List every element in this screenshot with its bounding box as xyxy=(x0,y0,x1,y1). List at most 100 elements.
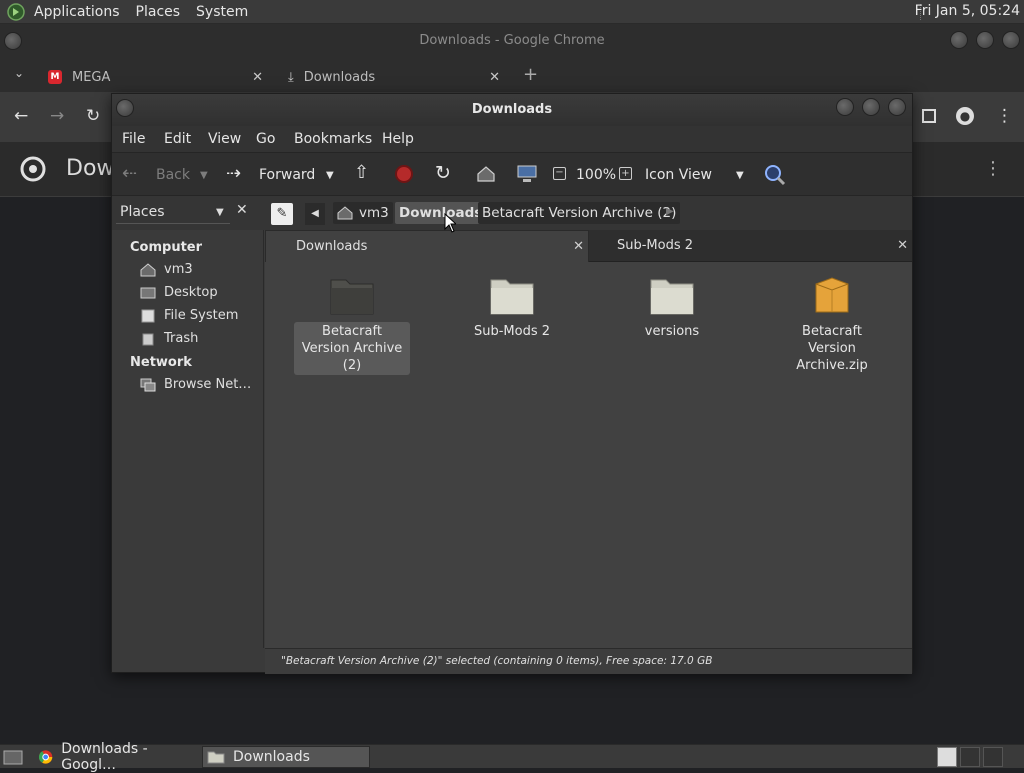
archive-icon xyxy=(815,277,849,313)
workspace-2[interactable] xyxy=(960,747,980,767)
forward-button[interactable]: Forward xyxy=(259,167,315,183)
reload-icon[interactable]: ↻ xyxy=(86,106,100,126)
close-icon[interactable]: ✕ xyxy=(489,70,500,85)
sidebar-item-label: Desktop xyxy=(164,285,218,300)
stop-icon[interactable] xyxy=(395,165,413,183)
sidebar-item-desktop[interactable]: Desktop xyxy=(140,285,218,300)
applications-menu[interactable]: Applications xyxy=(34,4,120,20)
more-menu-icon[interactable]: ⋮ xyxy=(996,106,1013,126)
file-item-label: Betacraft Version Archive.zip xyxy=(796,324,868,373)
taskbar-item-label: Downloads - Googl… xyxy=(61,741,148,773)
back-history-chevron-icon[interactable]: ▼ xyxy=(200,170,208,181)
status-text: "Betacraft Version Archive (2)" selected… xyxy=(281,655,713,667)
forward-icon: ⇢ xyxy=(226,163,242,184)
folder-icon xyxy=(650,279,694,315)
zoom-in-icon[interactable]: + xyxy=(619,167,632,180)
side-panel-icon[interactable] xyxy=(922,109,936,123)
home-icon xyxy=(337,206,353,220)
chrome-close-button[interactable] xyxy=(1002,31,1020,49)
path-right-arrow-icon[interactable]: ▶ xyxy=(666,206,674,217)
bottom-panel: Downloads - Googl… Downloads xyxy=(0,741,1024,773)
path-button-downloads[interactable]: Downloads xyxy=(395,202,487,224)
chrome-tabbar: ⌄ M MEGA ✕ ⤓ Downloads ✕ + xyxy=(0,58,1024,92)
path-button-vm3[interactable]: vm3 xyxy=(333,202,393,224)
chrome-tab-mega[interactable]: M MEGA ✕ xyxy=(48,62,263,92)
clock[interactable]: Fri Jan 5, 05:24 xyxy=(915,3,1020,19)
fm-tab-sub-mods-2[interactable]: Sub-Mods 2 ✕ xyxy=(589,230,912,262)
desktop-icon xyxy=(140,287,156,298)
file-item-label: Sub-Mods 2 xyxy=(473,324,551,339)
fm-tab-label: Downloads xyxy=(296,239,368,254)
up-icon[interactable]: ⇧ xyxy=(354,162,369,183)
forward-arrow-icon[interactable]: → xyxy=(50,106,64,126)
file-item[interactable]: versions xyxy=(614,274,730,341)
profile-icon[interactable]: ● xyxy=(956,107,974,125)
file-item[interactable]: Sub-Mods 2 xyxy=(454,274,570,341)
file-item[interactable]: Betacraft Version Archive.zip xyxy=(774,274,890,375)
menu-go[interactable]: Go xyxy=(256,131,275,147)
fm-tab-downloads[interactable]: Downloads ✕ xyxy=(265,230,589,262)
fm-titlebar: Downloads xyxy=(112,94,912,126)
folder-icon xyxy=(490,279,534,315)
network-icon xyxy=(140,378,156,391)
chrome-maximize-button[interactable] xyxy=(976,31,994,49)
page-more-icon[interactable]: ⋮ xyxy=(984,158,1002,179)
zoom-level[interactable]: 100% xyxy=(576,167,616,183)
menu-edit[interactable]: Edit xyxy=(164,131,191,147)
close-icon[interactable]: ✕ xyxy=(897,238,908,253)
sidebar-item-trash[interactable]: Trash xyxy=(140,331,198,346)
reload-icon[interactable]: ↻ xyxy=(435,162,451,184)
show-desktop-icon[interactable] xyxy=(3,748,23,765)
sidebar-item-file-system[interactable]: File System xyxy=(140,308,238,323)
workspace-3[interactable] xyxy=(983,747,1003,767)
places-menu[interactable]: Places xyxy=(136,4,181,20)
sidebar-header-network: Network xyxy=(130,355,192,370)
taskbar-item-downloads[interactable]: Downloads xyxy=(202,746,370,768)
workspace-1[interactable] xyxy=(937,747,957,767)
forward-history-chevron-icon[interactable]: ▼ xyxy=(326,170,334,181)
fm-menubar: File Edit View Go Bookmarks Help xyxy=(112,126,912,152)
menu-bookmarks[interactable]: Bookmarks xyxy=(294,131,372,147)
home-icon[interactable] xyxy=(476,165,496,183)
computer-icon[interactable] xyxy=(516,164,538,184)
close-sidebar-icon[interactable]: ✕ xyxy=(236,202,248,218)
menu-help[interactable]: Help xyxy=(382,131,414,147)
chrome-window-title: Downloads - Google Chrome xyxy=(419,33,605,48)
chrome-minimize-button[interactable] xyxy=(950,31,968,49)
sidebar-selector[interactable]: Places ▼ xyxy=(116,202,230,224)
zoom-out-icon[interactable]: − xyxy=(553,167,566,180)
menu-view[interactable]: View xyxy=(208,131,241,147)
edit-location-icon[interactable]: ✎ xyxy=(271,203,293,225)
menu-file[interactable]: File xyxy=(122,131,145,147)
sidebar-item-label: Browse Net… xyxy=(164,377,252,392)
fm-close-button[interactable] xyxy=(888,98,906,116)
search-icon[interactable] xyxy=(763,163,787,187)
back-button[interactable]: Back xyxy=(156,167,190,183)
path-button-betacraft[interactable]: Betacraft Version Archive (2) xyxy=(478,202,681,224)
sidebar-item-browse-network[interactable]: Browse Net… xyxy=(140,377,251,392)
close-icon[interactable]: ✕ xyxy=(573,239,584,254)
page-title: Dow xyxy=(66,156,115,181)
file-item[interactable]: Betacraft Version Archive (2) xyxy=(294,274,410,375)
taskbar-item-chrome[interactable]: Downloads - Googl… xyxy=(34,741,200,773)
close-icon[interactable]: ✕ xyxy=(252,70,263,85)
view-mode-chevron-icon[interactable]: ▼ xyxy=(736,170,744,181)
chrome-titlebar: Downloads - Google Chrome xyxy=(0,24,1024,58)
view-mode-select[interactable]: Icon View xyxy=(645,167,712,183)
path-label: Downloads xyxy=(399,205,483,221)
system-menu[interactable]: System xyxy=(196,4,248,20)
fm-content-area: Downloads ✕ Sub-Mods 2 ✕ Betacraft Versi… xyxy=(265,230,912,648)
fm-maximize-button[interactable] xyxy=(862,98,880,116)
fm-tab-label: Sub-Mods 2 xyxy=(617,238,694,253)
path-left-arrow-icon[interactable]: ◀ xyxy=(305,203,325,225)
back-arrow-icon[interactable]: ← xyxy=(14,106,28,126)
fm-minimize-button[interactable] xyxy=(836,98,854,116)
chevron-down-icon: ▼ xyxy=(216,207,224,218)
tab-search-chevron-icon[interactable]: ⌄ xyxy=(14,66,24,80)
mate-logo-icon[interactable] xyxy=(6,2,26,22)
file-manager-window: Downloads File Edit View Go Bookmarks He… xyxy=(111,93,913,674)
top-panel: Applications Places System Fri Jan 5, 05… xyxy=(0,0,1024,24)
new-tab-icon[interactable]: + xyxy=(523,64,538,85)
chrome-tab-downloads[interactable]: ⤓ Downloads ✕ xyxy=(288,62,500,92)
sidebar-item-vm3[interactable]: vm3 xyxy=(140,262,193,277)
